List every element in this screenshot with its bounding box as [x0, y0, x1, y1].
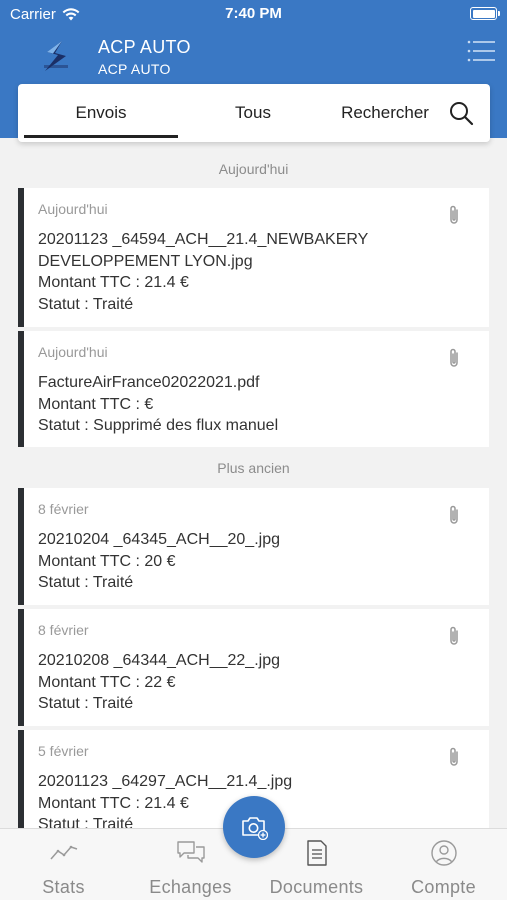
tabs-bar: Envois Tous Rechercher [18, 84, 490, 142]
nav-item-stats[interactable]: Stats [0, 829, 127, 900]
tab-envois[interactable]: Envois [24, 84, 178, 142]
list-item[interactable]: Aujourd'hui FactureAirFrance02022021.pdf… [18, 331, 489, 447]
nav-label-documents: Documents [269, 877, 364, 897]
list-item[interactable]: 8 février 20210208 _64344_ACH__22_.jpg M… [18, 609, 489, 726]
nav-label-echanges: Echanges [149, 877, 232, 897]
search-icon[interactable] [448, 100, 474, 126]
nav-label-stats: Stats [42, 877, 85, 897]
card-amount: Montant TTC : 21.4 € [38, 274, 189, 291]
card-amount: Montant TTC : 20 € [38, 552, 176, 570]
card-filename-line2: DEVELOPPEMENT LYON.jpg [38, 252, 253, 270]
card-status: Statut : Supprimé des flux manuel [38, 417, 279, 434]
status-bar: Carrier 7:40 PM [0, 0, 507, 28]
line-chart-icon [49, 845, 77, 860]
nav-label-compte: Compte [411, 877, 476, 897]
status-time: 7:40 PM [225, 5, 282, 22]
list-item[interactable]: 8 février 20210204 _64345_ACH__20_.jpg M… [18, 488, 489, 605]
paperclip-icon[interactable] [447, 204, 461, 226]
card-amount: Montant TTC : 22 € [38, 673, 176, 691]
tab-rechercher[interactable]: Rechercher [332, 84, 438, 142]
card-status: Statut : Traité [38, 695, 134, 712]
paperclip-icon[interactable] [447, 504, 461, 526]
card-amount: Montant TTC : € [38, 395, 154, 413]
user-circle-icon [430, 840, 457, 866]
camera-add-button[interactable] [223, 796, 285, 858]
card-filename: 20201123 _64297_ACH__21.4_.jpg [38, 773, 293, 790]
card-filename: FactureAirFrance02022021.pdf [38, 374, 260, 391]
section-label-today: Aujourd'hui [218, 161, 289, 177]
card-date: Aujourd'hui [38, 201, 108, 217]
logo-icon [44, 41, 68, 71]
app-subtitle: ACP AUTO [98, 61, 171, 77]
card-filename: 20210208 _64344_ACH__22_.jpg [38, 652, 280, 669]
card-date: 8 février [38, 501, 89, 517]
card-amount: Montant TTC : 21.4 € [38, 794, 189, 812]
battery-icon [470, 7, 500, 20]
chat-bubbles-icon [176, 841, 205, 863]
list-item[interactable]: Aujourd'hui 20201123 _64594_ACH__21.4_NE… [18, 188, 489, 327]
paperclip-icon[interactable] [447, 347, 461, 369]
section-label-older: Plus ancien [217, 460, 290, 476]
card-date: Aujourd'hui [38, 344, 108, 360]
camera-plus-icon [242, 817, 268, 840]
card-status: Statut : Traité [38, 295, 134, 313]
nav-item-compte[interactable]: Compte [380, 829, 507, 900]
paperclip-icon[interactable] [447, 625, 461, 647]
card-date: 8 février [38, 622, 89, 638]
document-icon [306, 840, 327, 866]
active-tab-indicator [24, 135, 178, 138]
card-filename: 20201123 _64594_ACH__21.4_NEWBAKERY [38, 231, 369, 248]
card-status: Statut : Traité [38, 574, 134, 591]
app-title: ACP AUTO [98, 37, 191, 57]
card-date: 5 février [38, 743, 89, 759]
paperclip-icon[interactable] [447, 746, 461, 768]
menu-lines-icon[interactable] [467, 40, 495, 62]
tab-tous[interactable]: Tous [178, 84, 328, 142]
card-filename: 20210204 _64345_ACH__20_.jpg [38, 531, 280, 548]
